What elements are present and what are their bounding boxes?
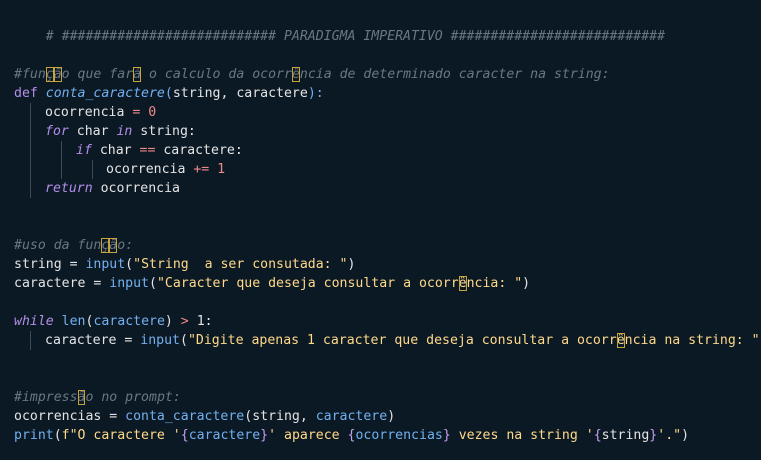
comment: #uso da função: [14,238,134,253]
code-line[interactable]: string = input("String a ser consutada: … [14,255,761,274]
code-line[interactable]: if char == caractere: [14,141,761,160]
code-line[interactable]: #uso da função: [14,236,761,255]
number: 1 [209,162,226,177]
code-editor[interactable]: # ########################### PARADIGMA … [0,0,761,460]
code-line[interactable] [14,350,761,369]
string-literal: f"O caractere ' [61,428,181,443]
number: 0 [148,105,157,120]
builtin-function: print [14,428,54,443]
code-line[interactable] [14,198,761,217]
function-call: conta_caractere [125,409,245,424]
indent-guide [92,160,93,179]
code-line[interactable]: return ocorrencia [14,179,761,198]
keyword: while [14,314,54,329]
function-name: conta_caractere [45,86,165,101]
indent-guide [30,103,31,122]
parameter: string [172,86,221,101]
code-line[interactable] [14,293,761,312]
code-line[interactable]: for char in string: [14,122,761,141]
builtin-function: input [85,257,126,272]
parameter: caractere [236,86,308,101]
keyword: for [45,124,69,139]
indent-guide [30,331,31,350]
indent-guide [61,141,62,160]
indent-guide [30,179,31,198]
keyword: def [14,86,38,101]
comment: #impressão no prompt: [14,390,181,405]
unicode-highlight: ç [45,67,54,82]
code-line[interactable]: #impressão no prompt: [14,388,761,407]
builtin-function: len [61,314,86,329]
code-line[interactable] [14,369,761,388]
unicode-highlight: ã [53,67,62,82]
code-line[interactable] [14,46,761,65]
unicode-highlight: ê [616,333,625,348]
keyword: in [116,124,133,139]
unicode-highlight: ê [291,67,300,82]
code-line[interactable]: #função que fará o calculo da ocorrência… [14,65,761,84]
string-literal: "Digite apenas 1 caracter que deseja con… [187,333,760,348]
builtin-function: input [140,333,180,348]
code-line[interactable]: # ########################### PARADIGMA … [14,8,761,44]
indent-guide [30,122,31,141]
code-line[interactable]: ocorrencia = 0 [14,103,761,122]
indent-guide [30,160,31,179]
string-literal: "String a ser consutada: " [133,257,348,272]
code-line[interactable]: ocorrencia += 1 [14,160,761,179]
keyword: return [45,181,93,196]
unicode-highlight: á [133,67,142,82]
code-line[interactable]: def conta_caractere(string, caractere): [14,84,761,103]
code-line[interactable]: print(f"O caractere '{caractere}' aparec… [14,426,761,445]
string-literal: "Caracter que deseja consultar a ocorrên… [156,276,523,291]
unicode-highlight: ê [458,276,467,291]
code-line[interactable]: ocorrencias = conta_caractere(string, ca… [14,407,761,426]
code-line[interactable]: caractere = input("Caracter que deseja c… [14,274,761,293]
code-line[interactable]: caractere = input("Digite apenas 1 carac… [14,331,761,350]
indent-guide [61,160,62,179]
code-line[interactable] [14,217,761,236]
code-line[interactable]: while len(caractere) > 1: [14,312,761,331]
code-line[interactable] [14,27,761,46]
builtin-function: input [109,276,149,291]
comment: #função que fará o calculo da ocorrência… [14,67,610,82]
indent-guide [30,141,31,160]
keyword: if [76,143,92,158]
